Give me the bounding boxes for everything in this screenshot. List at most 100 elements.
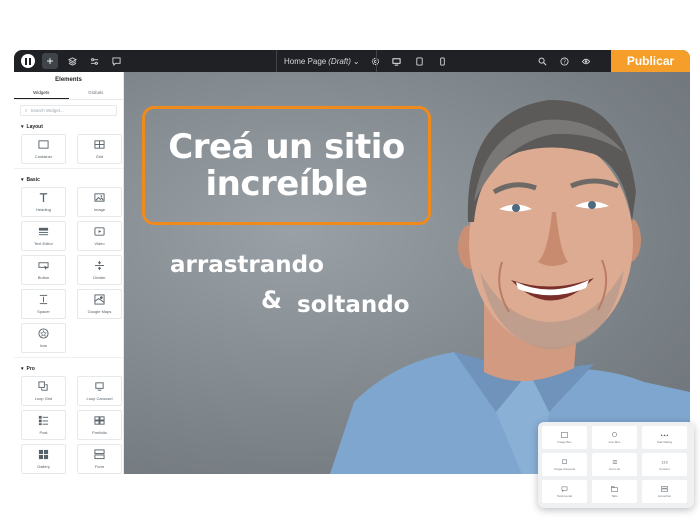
category-layout[interactable]: ▾ Layout bbox=[14, 116, 123, 134]
icon-list-icon bbox=[612, 459, 618, 464]
publish-button[interactable]: Publicar bbox=[611, 50, 690, 72]
widget-icon[interactable]: Icon bbox=[21, 323, 66, 353]
search-placeholder: Search Widget... bbox=[30, 108, 64, 113]
comments-icon[interactable] bbox=[108, 53, 124, 69]
widget-container[interactable]: Container bbox=[21, 134, 66, 164]
widget-loop-grid[interactable]: Loop Grid bbox=[21, 376, 66, 406]
widget-image[interactable]: Image bbox=[77, 187, 122, 217]
page-title-dropdown[interactable]: Home Page (Draft) ⌄ bbox=[284, 57, 360, 66]
subheadline-ampersand: & bbox=[261, 286, 282, 314]
widget-label: Icon bbox=[39, 343, 48, 348]
image-icon bbox=[94, 193, 105, 202]
widget-button[interactable]: Button bbox=[21, 255, 66, 285]
widget-heading[interactable]: Heading bbox=[21, 187, 66, 217]
mobile-view-icon[interactable] bbox=[434, 53, 450, 69]
widget-spacer[interactable]: Spacer bbox=[21, 289, 66, 319]
loop-grid-icon bbox=[38, 381, 48, 391]
search-icon[interactable] bbox=[534, 53, 550, 69]
widget-label: Counter bbox=[659, 466, 670, 471]
card-widget-image-box[interactable]: Image Box bbox=[542, 426, 587, 449]
headline-frame[interactable]: Creá un sitio increíble bbox=[142, 106, 431, 225]
video-icon bbox=[94, 227, 105, 236]
elements-panel: Elements Widgets Globals ⌕ Search Widget… bbox=[14, 72, 124, 474]
svg-text:123: 123 bbox=[661, 460, 668, 464]
widget-video[interactable]: Video bbox=[77, 221, 122, 251]
testimonial-icon bbox=[561, 486, 568, 492]
card-widget-tabs[interactable]: Tabs bbox=[592, 480, 637, 503]
widget-label: Container bbox=[34, 154, 53, 159]
counter-icon: 123 bbox=[661, 460, 668, 464]
widget-label: Image bbox=[93, 207, 106, 212]
portfolio-icon bbox=[94, 416, 105, 425]
star-rating-icon: ★★★ bbox=[661, 433, 668, 437]
category-label: Basic bbox=[26, 177, 40, 183]
topbar-divider bbox=[376, 50, 377, 72]
search-icon: ⌕ bbox=[25, 108, 28, 113]
card-widget-icon-box[interactable]: Icon Box bbox=[592, 426, 637, 449]
form-icon bbox=[94, 449, 105, 460]
caret-down-icon: ▾ bbox=[21, 177, 24, 183]
editor-canvas[interactable]: Creá un sitio increíble arrastrando & so… bbox=[124, 72, 690, 474]
layers-icon[interactable] bbox=[64, 53, 80, 69]
widget-search-input[interactable]: ⌕ Search Widget... bbox=[20, 105, 117, 116]
widget-grid[interactable]: Grid bbox=[77, 134, 122, 164]
category-basic[interactable]: ▾ Basic bbox=[14, 169, 123, 187]
widget-portfolio[interactable]: Portfolio bbox=[77, 410, 122, 440]
grid-icon bbox=[94, 140, 105, 149]
widget-label: Grid bbox=[95, 154, 104, 159]
card-widget-image-carousel[interactable]: Image Carousel bbox=[542, 453, 587, 476]
card-widget-testimonial[interactable]: Testimonial bbox=[542, 480, 587, 503]
widget-label: Spacer bbox=[37, 309, 50, 314]
editor-window: + Home Page (Draft) ⌄ ? Publicar Element… bbox=[0, 0, 700, 530]
tab-globals[interactable]: Globals bbox=[69, 88, 124, 99]
subheadline-drag[interactable]: arrastrando bbox=[170, 252, 324, 278]
headline-line-2: increíble bbox=[205, 163, 368, 204]
add-element-button[interactable]: + bbox=[42, 53, 58, 69]
container-icon bbox=[38, 140, 49, 149]
category-label: Pro bbox=[26, 366, 35, 372]
widget-divider[interactable]: Divider bbox=[77, 255, 122, 285]
widget-label: Tabs bbox=[611, 493, 618, 498]
widget-label: Text Editor bbox=[34, 241, 53, 246]
widget-label: Icon Box bbox=[608, 439, 621, 444]
posts-icon bbox=[38, 415, 49, 426]
widget-gallery[interactable]: Gallery bbox=[21, 444, 66, 474]
editor-topbar: + Home Page (Draft) ⌄ ? bbox=[14, 50, 690, 72]
widget-label: Post bbox=[39, 430, 48, 435]
spacer-icon bbox=[39, 294, 48, 305]
desktop-view-icon[interactable] bbox=[388, 53, 404, 69]
card-widget-star-rating[interactable]: ★★★ Star Rating bbox=[642, 426, 687, 449]
subheadline-drop[interactable]: soltando bbox=[297, 292, 410, 318]
widget-label: Loop Carousel bbox=[86, 396, 113, 401]
accordion-icon bbox=[661, 485, 668, 492]
gallery-icon bbox=[38, 449, 49, 460]
card-widget-counter[interactable]: 123 Counter bbox=[642, 453, 687, 476]
category-pro[interactable]: ▾ Pro bbox=[14, 358, 123, 376]
preview-eye-icon[interactable] bbox=[578, 53, 594, 69]
heading-icon bbox=[39, 193, 48, 203]
card-widget-accordion[interactable]: Accordion bbox=[642, 480, 687, 503]
floating-widgets-card: Image Box Icon Box ★★★ Star Rating Image… bbox=[538, 422, 694, 508]
caret-down-icon: ▾ bbox=[21, 124, 24, 130]
help-icon[interactable]: ? bbox=[556, 53, 572, 69]
panel-tabs: Widgets Globals bbox=[14, 88, 123, 100]
elementor-logo-icon[interactable] bbox=[20, 53, 36, 69]
tablet-view-icon[interactable] bbox=[411, 53, 427, 69]
widget-label: Button bbox=[37, 275, 50, 280]
widget-text-editor[interactable]: Text Editor bbox=[21, 221, 66, 251]
card-widget-icon-list[interactable]: Icon List bbox=[592, 453, 637, 476]
widget-post[interactable]: Post bbox=[21, 410, 66, 440]
page-title: Home Page bbox=[284, 56, 327, 66]
widget-form[interactable]: Form bbox=[77, 444, 122, 474]
widget-label: Icon List bbox=[608, 466, 621, 471]
widget-label: Image Carousel bbox=[553, 466, 576, 471]
widget-label: Video bbox=[94, 241, 105, 246]
category-label: Layout bbox=[26, 124, 43, 130]
settings-sliders-icon[interactable] bbox=[86, 53, 102, 69]
tab-widgets[interactable]: Widgets bbox=[14, 88, 69, 99]
widget-google-maps[interactable]: Google Maps bbox=[77, 289, 122, 319]
tabs-icon bbox=[611, 485, 618, 492]
widget-loop-carousel[interactable]: Loop Carousel bbox=[77, 376, 122, 406]
widget-label: Portfolio bbox=[92, 430, 107, 435]
chevron-down-icon: ⌄ bbox=[352, 56, 360, 66]
